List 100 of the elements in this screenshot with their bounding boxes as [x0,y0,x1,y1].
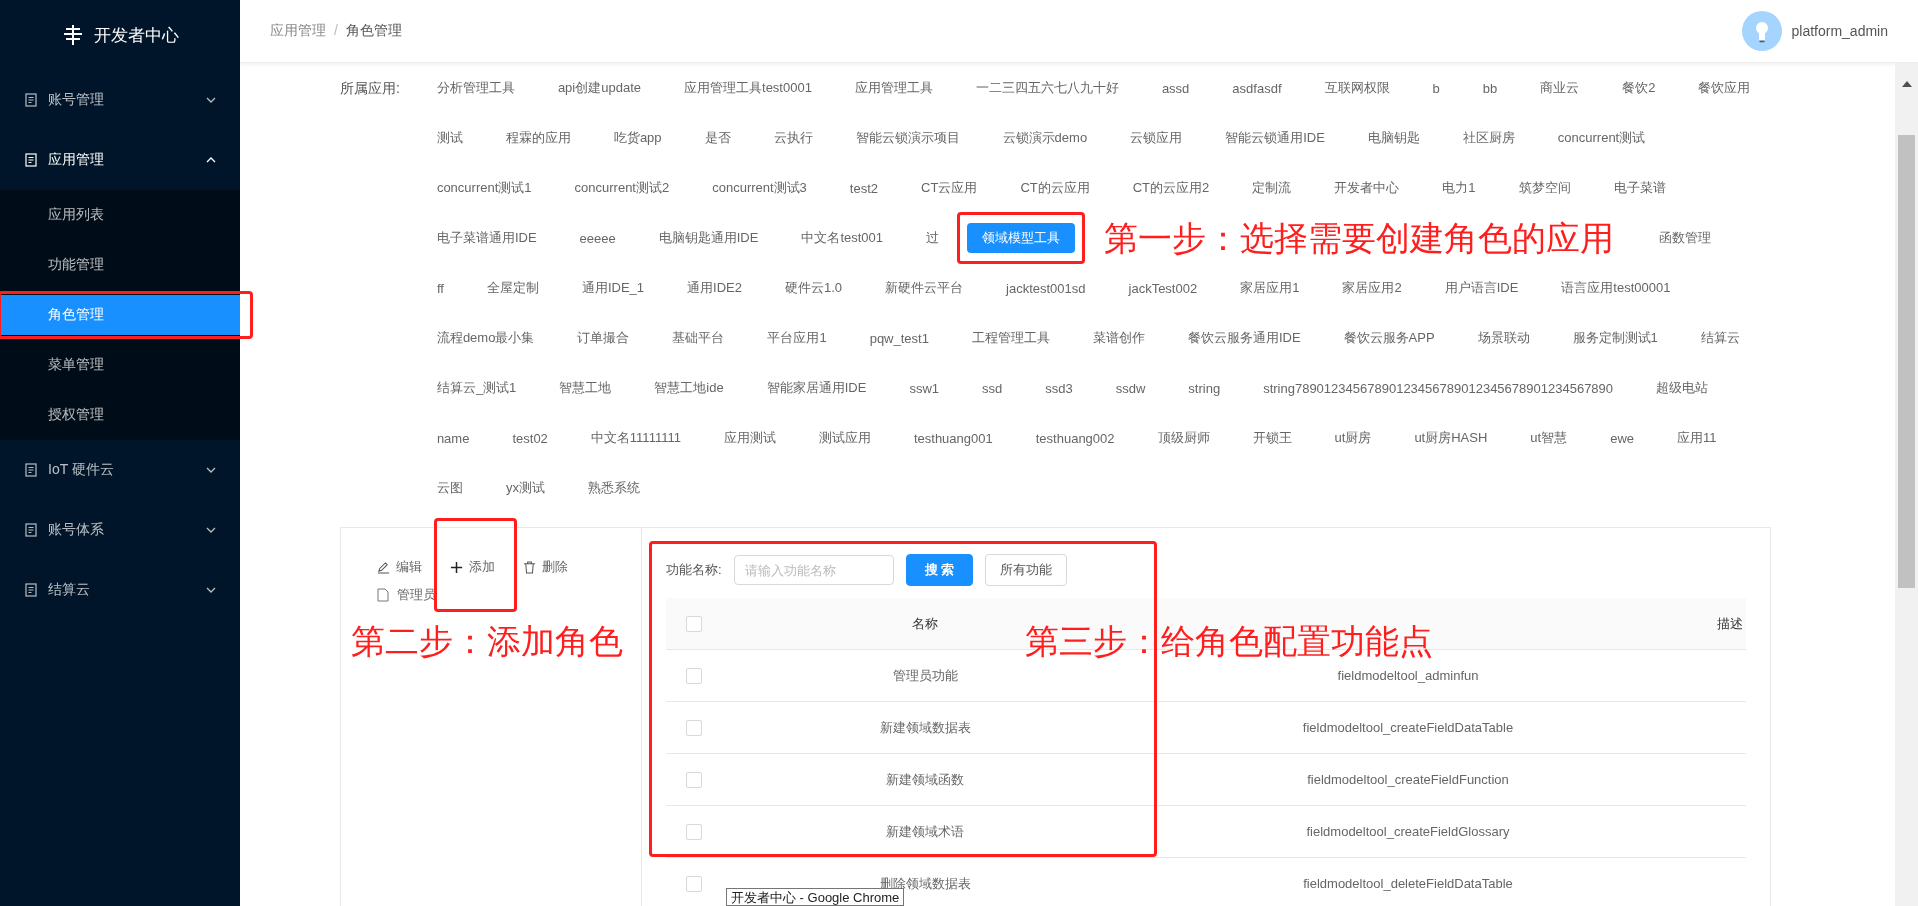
app-tag[interactable]: CT云应用 [906,173,993,203]
app-tag[interactable]: 中文名test001 [786,223,899,253]
app-tag[interactable]: 场景联动 [1462,323,1545,353]
app-tag[interactable]: 分析管理工具 [421,73,530,103]
app-tag[interactable]: 云图 [421,473,478,503]
app-tag[interactable]: 云锁演示demo [987,123,1103,153]
app-tag[interactable]: 顶级厨师 [1142,423,1225,453]
app-tag[interactable]: CT的云应用2 [1117,173,1225,203]
app-tag[interactable]: 测试应用 [803,423,886,453]
app-tag[interactable]: 应用11 [1662,423,1732,453]
checkbox[interactable] [686,823,702,840]
app-tag[interactable]: 应用测试 [708,423,791,453]
app-tag[interactable]: 基础平台 [657,323,740,353]
app-tag[interactable]: 流程demo最小集 [421,323,550,353]
app-tag[interactable]: concurrent测试1 [421,173,547,203]
app-tag[interactable]: testhuang002 [1020,424,1130,452]
app-tag[interactable]: 全屋定制 [471,273,554,303]
menu-item[interactable]: 账号体系 [0,500,240,560]
app-tag[interactable]: 测试 [421,123,478,153]
app-tag[interactable]: ssw1 [894,374,954,402]
app-tag[interactable]: jackTest002 [1113,274,1213,302]
scrollbar-thumb[interactable] [1898,135,1915,588]
app-tag[interactable]: 电脑钥匙通用IDE [643,223,774,253]
app-tag[interactable]: 熟悉系统 [572,473,655,503]
menu-item[interactable]: 账号管理 [0,70,240,130]
app-tag[interactable]: 智能云锁通用IDE [1210,123,1340,153]
app-tag[interactable]: 筑梦空间 [1503,173,1586,203]
app-tag[interactable]: 餐饮云服务通用IDE [1172,323,1316,353]
app-tag[interactable]: ssdw [1100,374,1161,402]
app-tag[interactable]: 餐饮云服务APP [1328,323,1450,353]
all-button[interactable]: 所有功能 [985,554,1068,586]
app-tag[interactable]: api创建update [542,73,656,103]
app-tag[interactable]: 商业云 [1525,73,1595,103]
app-tag[interactable]: jacktest001sd [991,274,1101,302]
app-tag[interactable]: ssd [967,374,1018,402]
app-tag[interactable]: 通用IDE_1 [566,273,660,303]
app-tag[interactable]: string78901234567890123456789012345678901234567890 [1248,374,1629,402]
delete-button[interactable]: 删除 [511,550,580,584]
submenu-item[interactable]: 角色管理 [0,295,240,335]
scroll-up-icon[interactable] [1901,81,1912,87]
app-tag[interactable]: 家居应用2 [1327,273,1417,303]
app-tag[interactable]: 智慧工地ide [639,373,739,403]
app-tag[interactable]: ut厨房HASH [1399,423,1503,453]
tree-node[interactable]: 管理员 [397,586,436,604]
app-tag[interactable]: 工程管理工具 [956,323,1065,353]
app-tag[interactable]: 一二三四五六七八九十好 [960,73,1134,103]
app-tag[interactable]: 家居应用1 [1225,273,1315,303]
app-tag[interactable]: test2 [834,174,894,202]
menu-item[interactable]: 结算云 [0,560,240,620]
app-tag[interactable]: ut智慧 [1515,423,1583,453]
app-tag[interactable]: concurrent测试2 [559,173,685,203]
app-tag[interactable]: CT的云应用 [1005,173,1105,203]
app-tag[interactable]: testhuang001 [898,424,1008,452]
app-tag[interactable]: 函数管理 [1644,223,1727,253]
app-tag[interactable]: 电子菜谱通用IDE [421,223,552,253]
app-tag[interactable]: string [1173,374,1236,402]
menu-item[interactable]: IoT 硬件云 [0,440,240,500]
app-tag[interactable]: 云锁应用 [1115,123,1198,153]
app-tag[interactable]: 领域模型工具 [967,223,1076,253]
app-tag[interactable]: 开发者中心 [1319,173,1415,203]
app-tag[interactable]: 程霖的应用 [490,123,586,153]
app-tag[interactable]: 菜谱创作 [1077,323,1160,353]
edit-button[interactable]: 编辑 [365,550,434,584]
app-tag[interactable]: 中文名11111111 [575,423,696,453]
app-tag[interactable]: 硬件云1.0 [769,273,857,303]
app-tag[interactable]: concurrent测试3 [697,173,822,203]
app-tag[interactable]: eeeee [564,224,631,252]
app-tag[interactable]: 吃货app [598,123,677,153]
app-tag[interactable]: ssd3 [1030,374,1088,402]
app-tag[interactable]: 过 [911,223,955,253]
app-tag[interactable]: 智能云锁演示项目 [840,123,975,153]
app-tag[interactable]: 互联网权限 [1309,73,1405,103]
username[interactable]: platform_admin [1791,23,1888,39]
app-tag[interactable]: 结算云_测试1 [421,373,532,403]
checkbox[interactable] [686,719,702,736]
app-tag[interactable]: 订单撮合 [562,323,645,353]
app-tag[interactable]: 定制流 [1237,173,1307,203]
scrollbar[interactable] [1895,63,1918,906]
app-tag[interactable]: 餐饮应用 [1683,73,1766,103]
app-tag[interactable]: 电力1 [1427,173,1491,203]
app-tag[interactable]: 应用管理工具 [839,73,948,103]
checkbox[interactable] [686,615,702,632]
app-tag[interactable]: bb [1467,74,1513,102]
search-field[interactable]: 请输入功能名称 [733,555,894,585]
search-button[interactable]: 搜 索 [905,554,974,586]
app-tag[interactable]: 平台应用1 [752,323,842,353]
app-tag[interactable]: ut厨房 [1319,423,1387,453]
app-tag[interactable]: 电脑钥匙 [1352,123,1435,153]
app-tag[interactable]: name [421,424,485,452]
avatar-icon[interactable] [1741,11,1782,51]
app-tag[interactable]: 服务定制测试1 [1557,323,1673,353]
app-tag[interactable]: 智慧工地 [544,373,627,403]
app-tag[interactable]: 语言应用test00001 [1546,273,1686,303]
app-tag[interactable]: test02 [497,424,563,452]
submenu-item[interactable]: 菜单管理 [0,345,240,385]
app-tag[interactable]: 超级电站 [1641,373,1724,403]
breadcrumb-item[interactable]: 应用管理 [270,22,326,40]
breadcrumb-item[interactable]: 角色管理 [345,22,402,40]
app-tag[interactable]: concurrent测试 [1542,123,1661,153]
add-button[interactable]: 添加 [438,550,507,584]
